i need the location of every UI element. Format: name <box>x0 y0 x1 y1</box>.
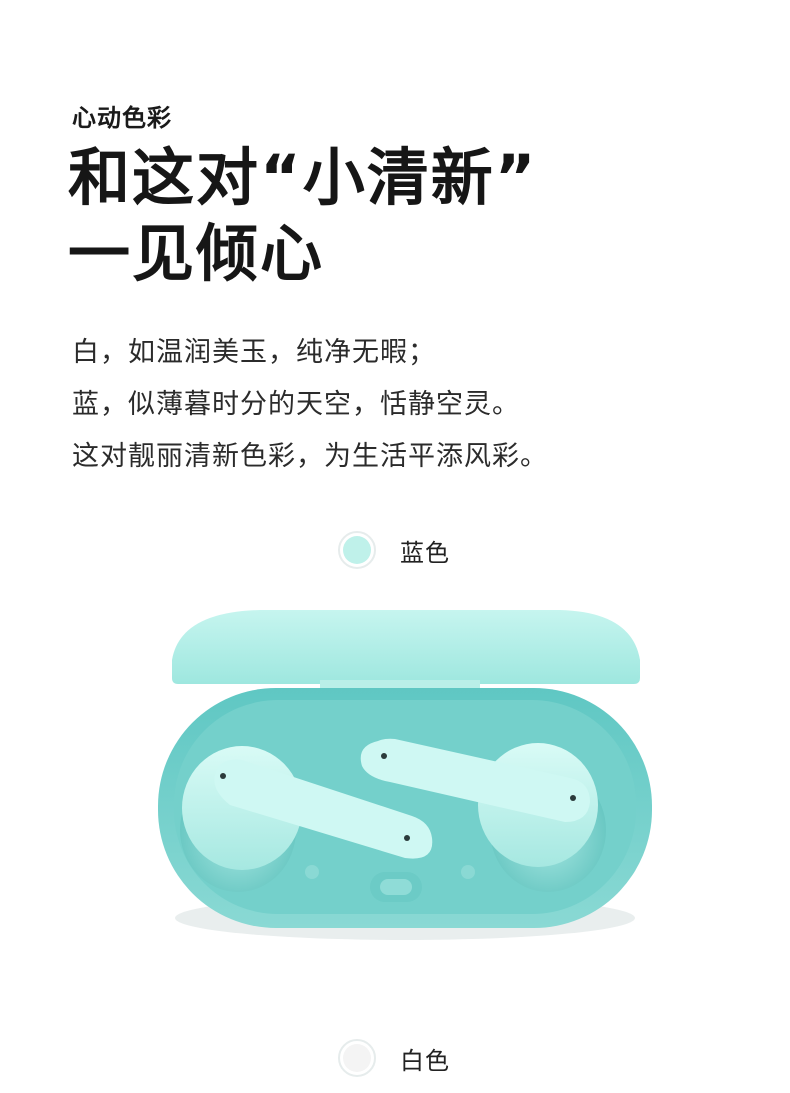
headline: 和这对“小清新” 一见倾心 <box>68 140 538 292</box>
body-line-3: 这对靓丽清新色彩，为生活平添风彩。 <box>72 441 548 472</box>
body-copy: 白，如温润美玉，纯净无暇； 蓝，似薄暮时分的天空，恬静空灵。 这对靓丽清新色彩，… <box>72 327 548 483</box>
color-label-blue[interactable]: 蓝色 <box>400 533 450 568</box>
color-swatch-blue[interactable] <box>338 531 376 569</box>
earbuds-case-image <box>150 600 660 950</box>
headline-line-2: 一见倾心 <box>68 217 325 290</box>
headline-line-1: 和这对“小清新” <box>68 141 538 214</box>
color-option-blue[interactable]: 蓝色 <box>338 530 450 570</box>
section-eyebrow: 心动色彩 <box>72 104 172 132</box>
body-line-1: 白，如温润美玉，纯净无暇； <box>72 337 436 368</box>
swatch-fill <box>343 536 371 564</box>
color-swatch-white[interactable] <box>338 1039 376 1077</box>
color-label-white[interactable]: 白色 <box>400 1041 450 1076</box>
earbuds-charging-case-icon <box>158 610 652 940</box>
color-option-white[interactable]: 白色 <box>338 1038 450 1078</box>
body-line-2: 蓝，似薄暮时分的天空，恬静空灵。 <box>72 389 520 420</box>
swatch-fill <box>343 1044 371 1072</box>
